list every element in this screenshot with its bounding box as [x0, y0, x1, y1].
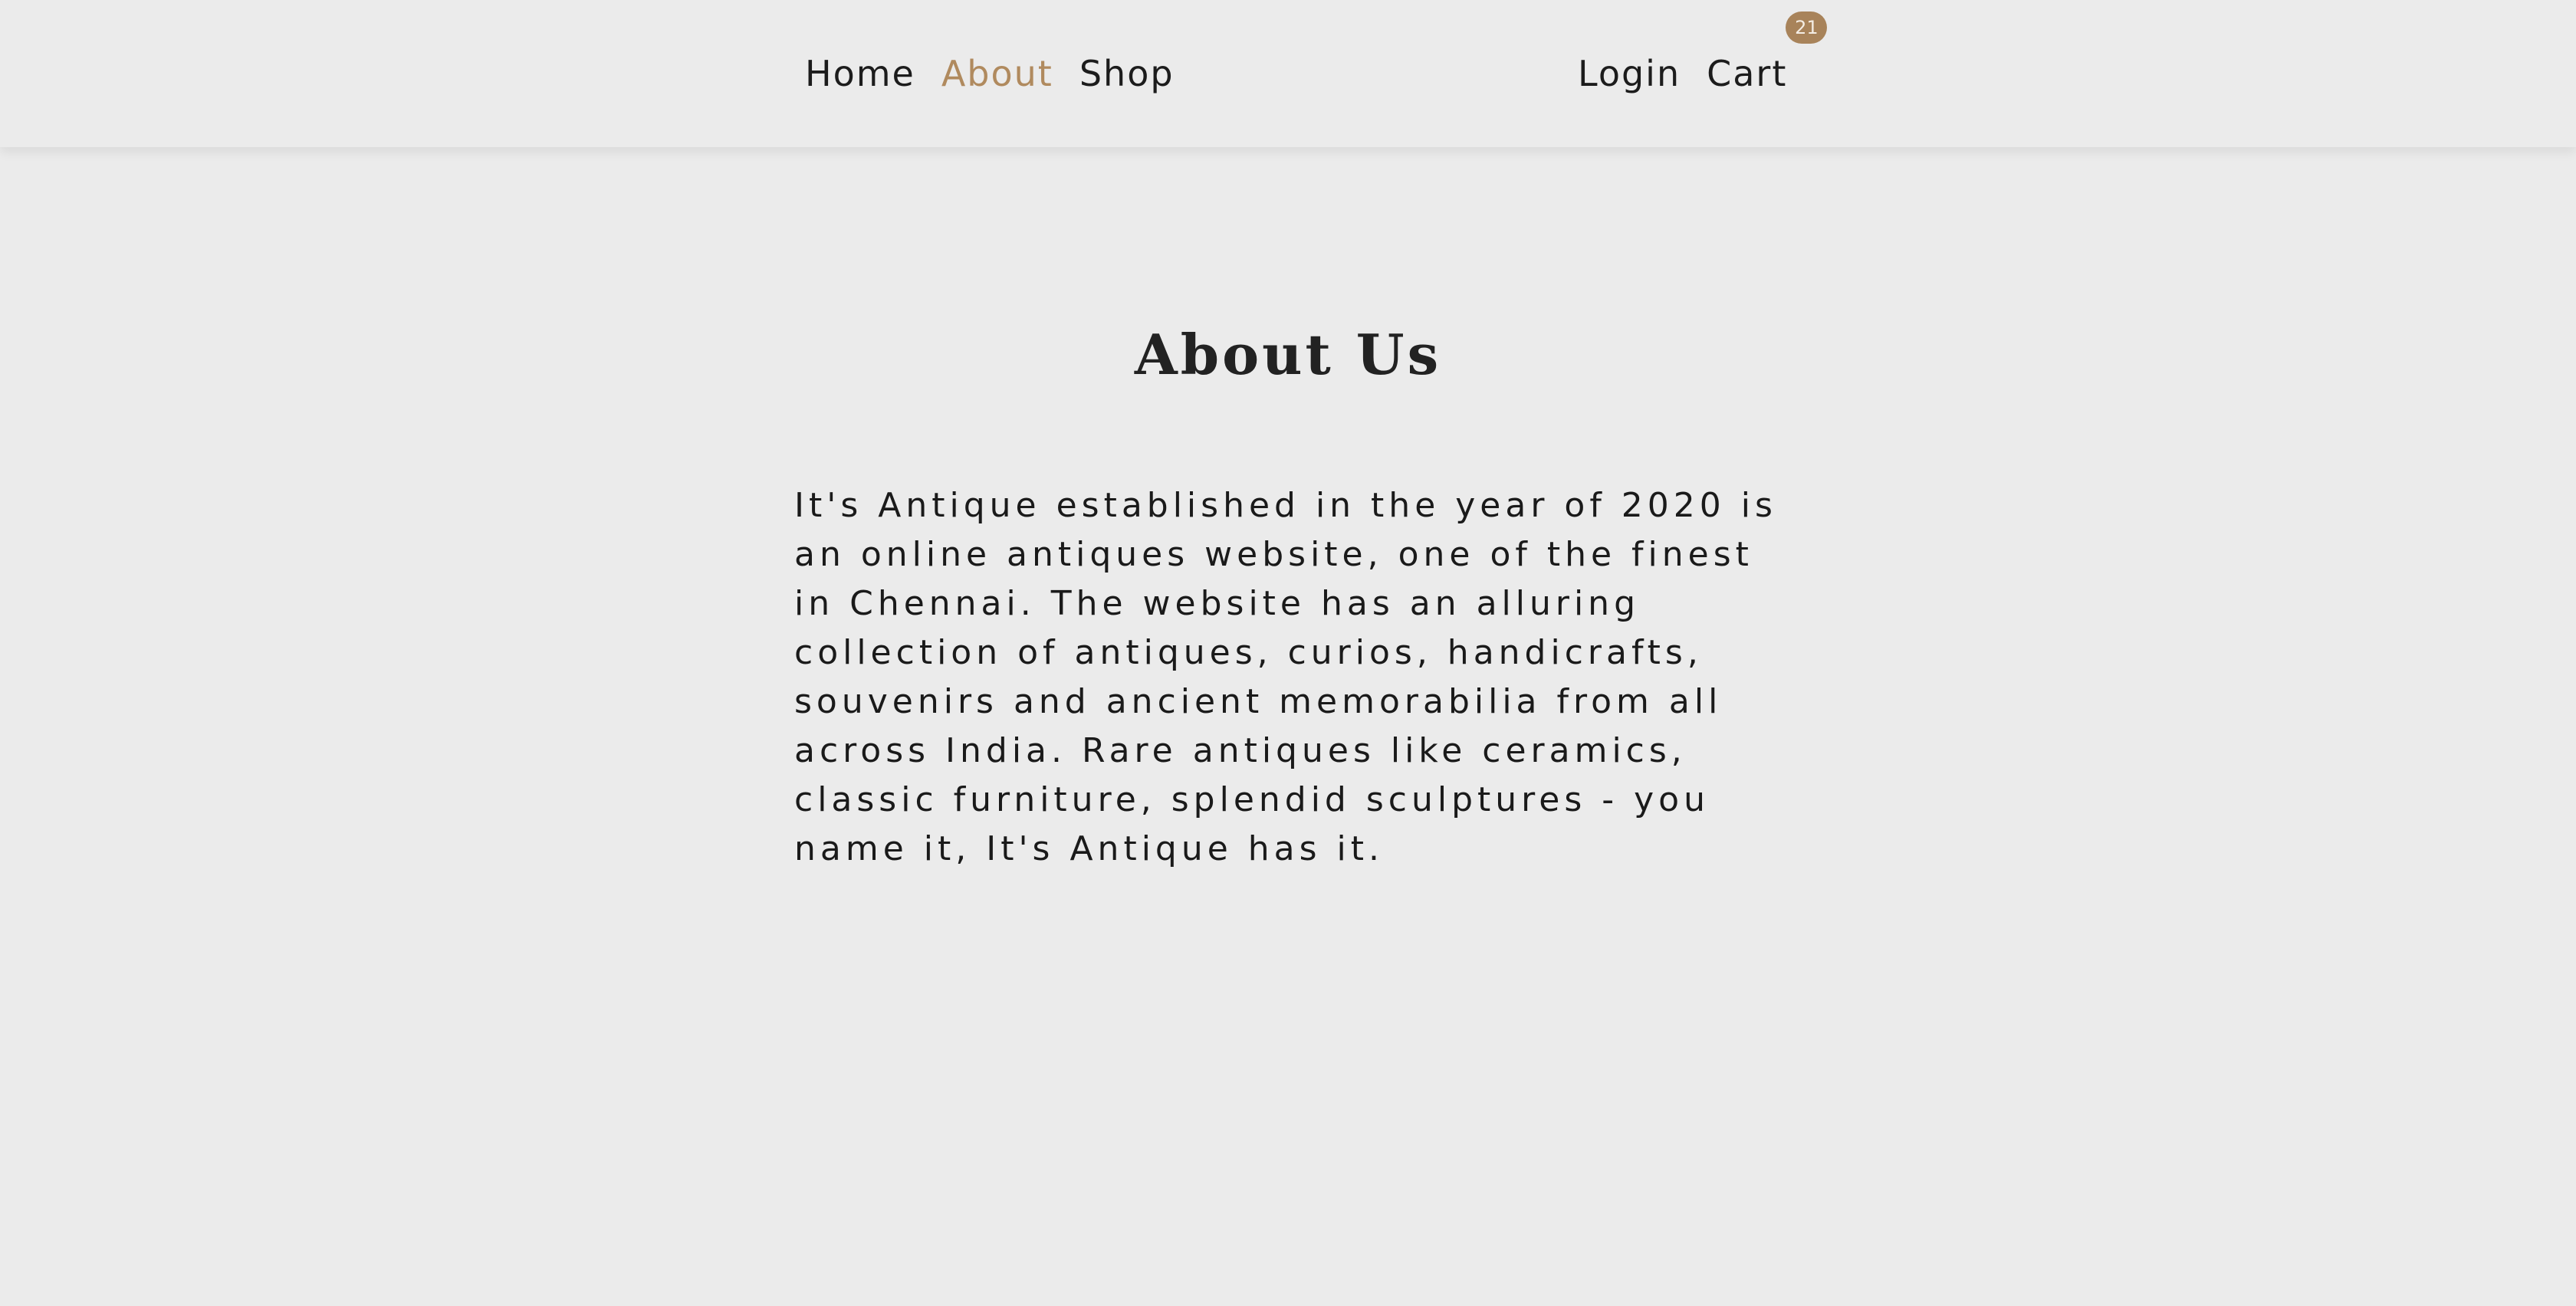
- cart-link-wrapper: Cart 21: [1707, 11, 1828, 94]
- nav-link-about[interactable]: About: [941, 53, 1053, 94]
- site-header: Home About Shop Login Cart 21: [0, 0, 2576, 147]
- user-nav: Login Cart 21: [1578, 0, 1828, 147]
- nav-link-home[interactable]: Home: [805, 53, 915, 94]
- page-title: About Us: [1134, 322, 1442, 387]
- nav-link-login[interactable]: Login: [1578, 53, 1681, 94]
- nav-link-shop[interactable]: Shop: [1079, 53, 1175, 94]
- main-nav: Home About Shop: [805, 0, 1201, 147]
- cart-count-badge: 21: [1786, 11, 1828, 44]
- about-description: It's Antique established in the year of …: [794, 486, 1777, 868]
- nav-link-cart[interactable]: Cart: [1707, 53, 1787, 94]
